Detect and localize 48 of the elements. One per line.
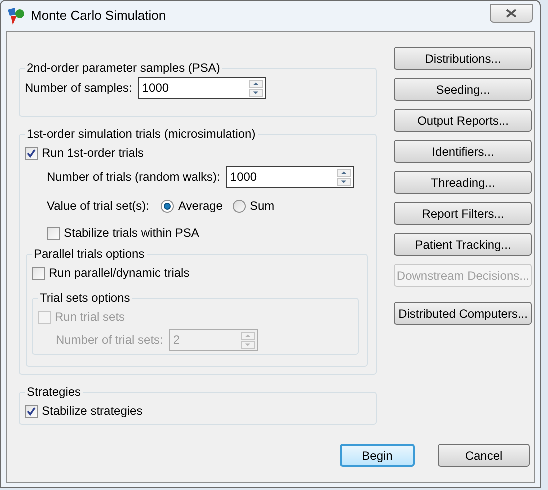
number-field[interactable]: 1000 [226,166,354,188]
field-label: Number of trial sets: [56,332,164,349]
app-logo-icon [7,7,25,25]
close-icon [506,9,517,18]
down-arrow-icon [244,342,252,348]
field-label: Number of samples: [25,80,132,97]
radio-label: Sum [250,198,275,215]
field-label: Value of trial set(s): [47,198,150,215]
dialog-button[interactable]: Distributed Computers... [394,302,532,325]
close-button[interactable] [490,4,533,23]
radio-label: Average [178,198,223,215]
spin-up-button[interactable] [249,80,264,88]
radio-button[interactable] [161,200,174,212]
spin-down-button[interactable] [249,88,264,96]
up-arrow-icon [340,170,348,176]
checkbox-label: Run trial sets [55,309,126,326]
number-field[interactable]: 1000 [138,77,266,99]
up-arrow-icon [244,332,252,338]
down-arrow-icon [252,90,260,96]
down-arrow-icon [340,178,348,184]
checkbox-label: Stabilize trials within PSA [64,225,200,242]
dialog-button[interactable]: Threading... [394,171,532,194]
cancel-button[interactable]: Cancel [438,444,530,467]
spin-up-button[interactable] [337,168,352,176]
checkbox[interactable] [47,226,60,240]
checkbox[interactable] [25,146,38,160]
group-title: Parallel trials options [33,246,146,263]
spin-down-button[interactable] [337,178,352,186]
group-title: Trial sets options [39,290,132,307]
window-title: Monte Carlo Simulation [31,7,166,26]
begin-button[interactable]: Begin [340,444,415,467]
group-title: 1st-order simulation trials (microsimulation) [26,126,257,143]
dialog-button[interactable]: Identifiers... [394,140,532,163]
field-label: Number of trials (random walks): [47,169,220,186]
checkbox-label: Stabilize strategies [42,403,143,420]
group-title: Strategies [26,384,82,401]
checkbox-label: Run 1st-order trials [42,145,144,162]
dialog-button[interactable]: Distributions... [394,47,532,70]
checkbox-label: Run parallel/dynamic trials [49,265,190,282]
dialog-button[interactable]: Report Filters... [394,202,532,225]
group-title: 2nd-order parameter samples (PSA) [26,60,222,77]
dialog-button[interactable]: Seeding... [394,78,532,101]
dialog-button[interactable]: Output Reports... [394,109,532,132]
checkbox[interactable] [25,404,38,418]
up-arrow-icon [252,80,260,86]
dialog-button[interactable]: Patient Tracking... [394,233,532,256]
checkbox[interactable] [32,266,45,280]
radio-button[interactable] [232,200,246,212]
